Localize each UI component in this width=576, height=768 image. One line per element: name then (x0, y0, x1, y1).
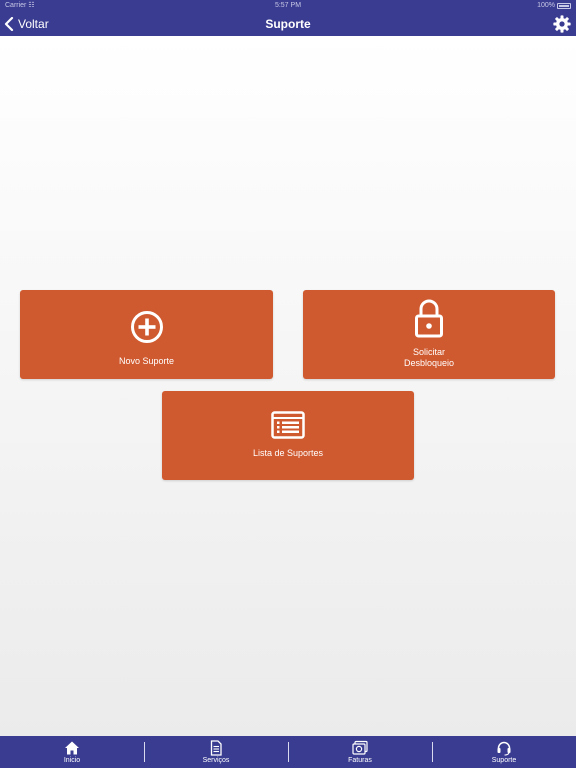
chevron-left-icon (4, 17, 14, 31)
tab-servicos[interactable]: Serviços (144, 736, 288, 768)
home-icon (65, 741, 79, 755)
new-support-button[interactable]: Novo Suporte (20, 290, 273, 379)
battery-icon (557, 3, 571, 9)
back-button[interactable]: Voltar (4, 12, 49, 36)
new-support-label: Novo Suporte (118, 356, 175, 366)
request-unlock-label-line1: Solicitar (412, 347, 445, 357)
main-content: Novo Suporte Solicitar Desbloqueio Lista… (0, 36, 576, 736)
request-unlock-label-line2: Desbloqueio (403, 358, 455, 368)
tab-faturas[interactable]: Faturas (288, 736, 432, 768)
headset-icon (497, 741, 511, 756)
support-list-button[interactable]: Lista de Suportes (162, 391, 414, 480)
page-title: Suporte (265, 17, 311, 31)
request-unlock-button[interactable]: Solicitar Desbloqueio (303, 290, 555, 379)
document-icon (210, 740, 222, 756)
tab-suporte-label: Suporte (491, 757, 517, 764)
tab-inicio[interactable]: Inicio (0, 736, 144, 768)
money-icon (352, 740, 368, 755)
plus-circle-icon (130, 311, 163, 343)
request-unlock-label: Solicitar Desbloqueio (303, 347, 555, 369)
unlock-icon (415, 299, 443, 338)
tab-suporte[interactable]: Suporte (432, 736, 576, 768)
tab-bar: Inicio Serviços Faturas Suporte (0, 736, 576, 768)
battery-indicator: 100% (537, 0, 571, 12)
support-list-label: Lista de Suportes (252, 448, 324, 458)
gear-icon[interactable] (553, 15, 571, 33)
tab-servicos-label: Serviços (202, 757, 230, 764)
back-label: Voltar (18, 17, 49, 31)
list-icon (271, 411, 305, 439)
status-bar: Carrier ☷ 5:57 PM 100% (0, 0, 576, 12)
navigation-bar: Voltar Suporte (0, 12, 576, 36)
tab-faturas-label: Faturas (348, 757, 372, 764)
tab-inicio-label: Inicio (63, 757, 81, 764)
battery-percent: 100% (537, 2, 555, 9)
status-time: 5:57 PM (274, 2, 302, 9)
